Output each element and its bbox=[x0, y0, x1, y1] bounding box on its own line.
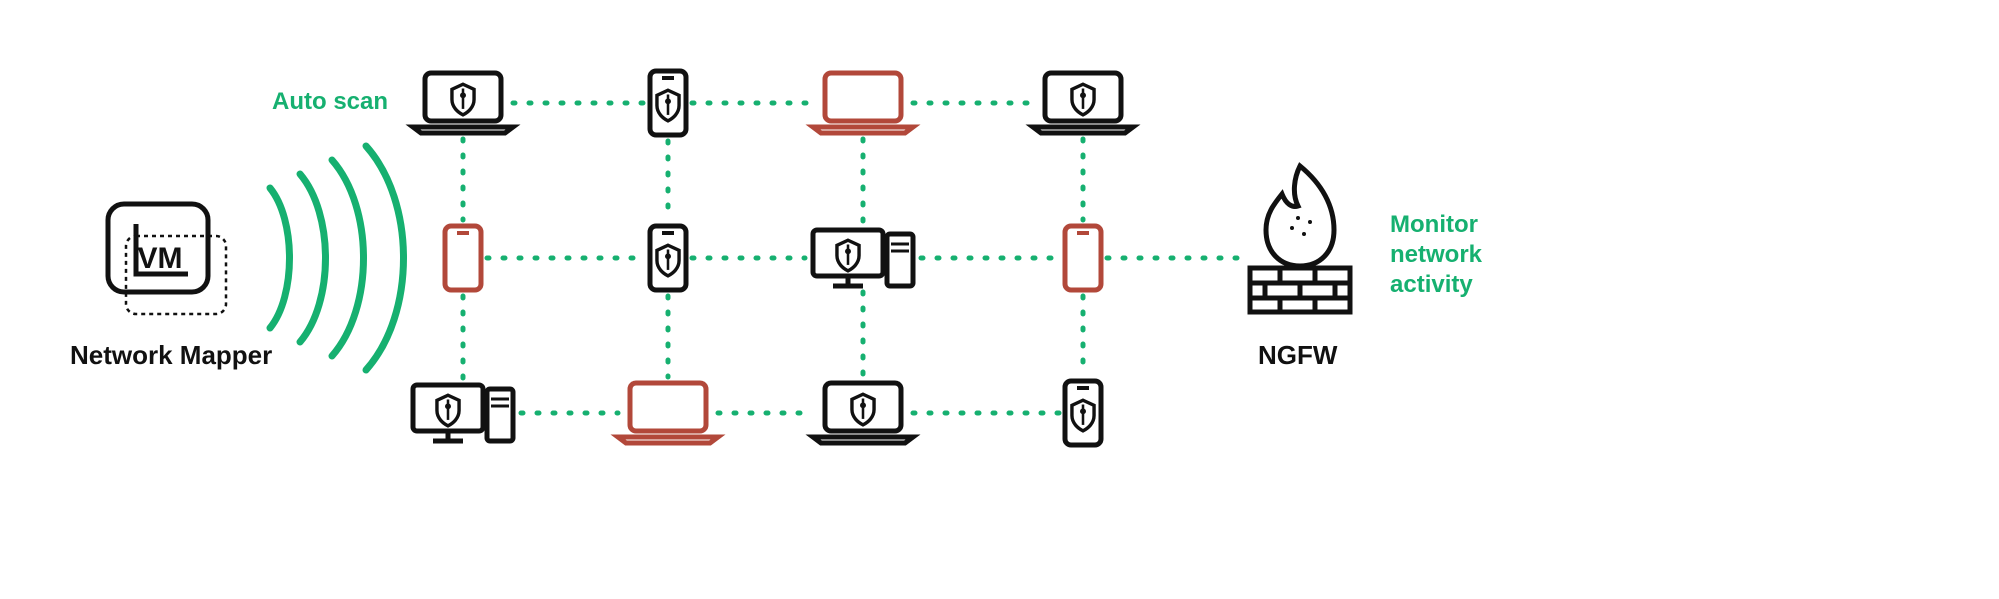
monitor-network-activity-label: Monitor network activity bbox=[1390, 210, 1482, 300]
vm-text: VM bbox=[138, 242, 183, 275]
network-mapper-label: Network Mapper bbox=[70, 340, 272, 371]
ngfw-label: NGFW bbox=[1258, 340, 1337, 371]
firewall-icon bbox=[1250, 166, 1350, 312]
connection-lines bbox=[463, 103, 1245, 413]
laptop-device-icon bbox=[413, 73, 513, 133]
laptop-device-icon bbox=[1033, 73, 1133, 133]
laptop-device-icon bbox=[813, 73, 913, 133]
phone-device-icon bbox=[1065, 226, 1101, 290]
desktop-device-icon bbox=[413, 385, 513, 441]
laptop-device-icon bbox=[813, 383, 913, 443]
auto-scan-label: Auto scan bbox=[272, 88, 388, 116]
phone-device-icon bbox=[650, 226, 686, 290]
phone-device-icon bbox=[650, 71, 686, 135]
scan-waves-icon bbox=[270, 146, 404, 370]
desktop-device-icon bbox=[813, 230, 913, 286]
phone-device-icon bbox=[1065, 381, 1101, 445]
laptop-device-icon bbox=[618, 383, 718, 443]
phone-device-icon bbox=[445, 226, 481, 290]
network-mapper-icon: VM bbox=[108, 204, 226, 314]
